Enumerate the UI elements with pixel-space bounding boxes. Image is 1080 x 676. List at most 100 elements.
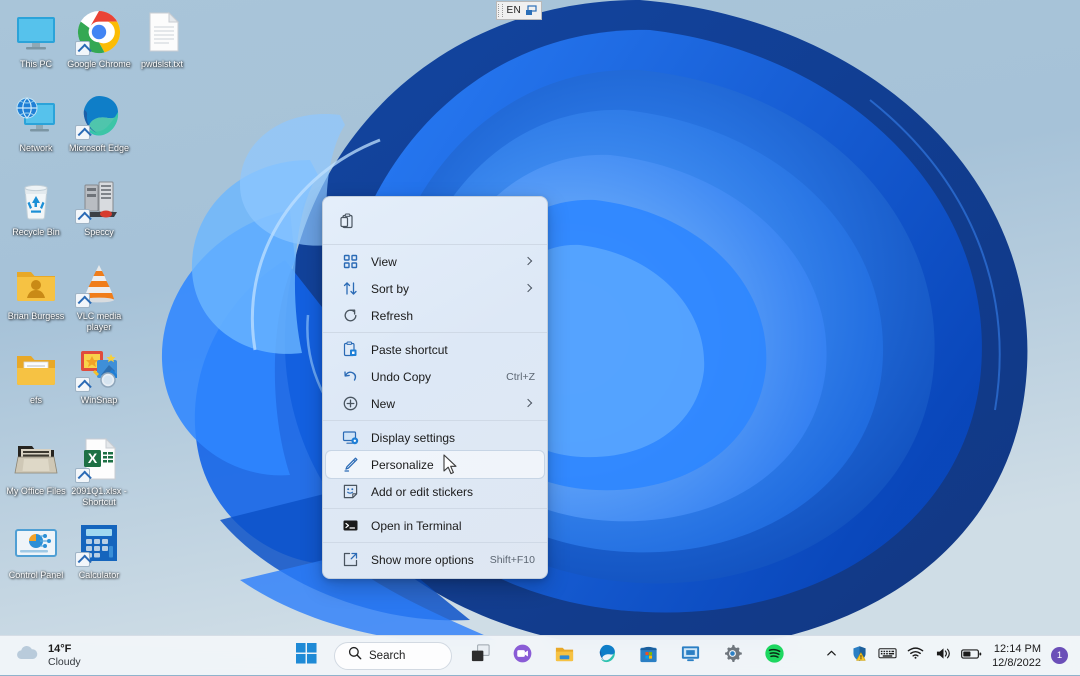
context-menu-item-label: Personalize <box>371 457 434 472</box>
context-menu-item-sort-by[interactable]: Sort by <box>326 275 544 302</box>
edge-button[interactable] <box>587 639 625 673</box>
remote-desktop-icon <box>680 643 701 669</box>
context-menu-item-show-more-options[interactable]: Show more options Shift+F10 <box>326 546 544 573</box>
shortcut-overlay-icon <box>75 468 90 483</box>
desktop[interactable]: This PC Google Chrome pwdslst.txt Networ… <box>0 0 1080 675</box>
search-button[interactable]: Search <box>334 641 452 670</box>
context-menu-item-label: Show more options <box>371 552 474 567</box>
gear-icon <box>722 643 743 669</box>
taskbar-center-group: Search <box>287 639 793 673</box>
terminal-icon <box>342 517 359 534</box>
notification-badge[interactable]: 1 <box>1051 647 1068 664</box>
desktop-icon-control-panel[interactable]: Control Panel <box>3 519 69 581</box>
svg-text:X: X <box>88 450 98 466</box>
show-more-options-icon <box>342 551 359 568</box>
context-menu-item-label: Paste shortcut <box>371 342 448 357</box>
weather-widget[interactable]: 14°F Cloudy <box>2 638 91 674</box>
network-button[interactable] <box>902 641 928 671</box>
context-menu-item-accelerator: Shift+F10 <box>489 553 535 566</box>
chat-teams-icon <box>512 643 533 669</box>
desktop-icon-excel-shortcut[interactable]: X 2091Q1.xlsx - Shortcut <box>66 435 132 508</box>
start-button[interactable] <box>287 639 325 673</box>
file-explorer-button[interactable] <box>545 639 583 673</box>
user-folder-icon <box>12 260 60 308</box>
taskbar[interactable]: 14°F Cloudy Search 12:14 PM 12/8/2022 1 <box>0 635 1080 675</box>
desktop-icon-vlc-media-player[interactable]: VLC media player <box>66 260 132 333</box>
network-icon <box>12 92 60 140</box>
desktop-icon-microsoft-edge[interactable]: Microsoft Edge <box>66 92 132 154</box>
desktop-icon-brian-burgess[interactable]: Brian Burgess <box>3 260 69 322</box>
windows-logo-icon <box>295 642 317 669</box>
context-menu-clipboard-bar[interactable] <box>323 201 547 241</box>
language-bar[interactable]: EN <box>496 1 542 20</box>
context-menu-item-paste-shortcut[interactable]: Paste shortcut <box>326 336 544 363</box>
paste-shortcut-icon <box>342 341 359 358</box>
remote-desktop-button[interactable] <box>671 639 709 673</box>
desktop-icon-label: My Office Files <box>6 486 66 496</box>
desktop-icon-label: This PC <box>19 59 52 69</box>
context-menu-item-label: View <box>371 254 397 269</box>
desktop-icon-label: 2091Q1.xlsx - Shortcut <box>71 486 127 507</box>
desktop-icon-google-chrome[interactable]: Google Chrome <box>66 8 132 70</box>
desktop-icon-network[interactable]: Network <box>3 92 69 154</box>
touch-keyboard-button[interactable] <box>874 641 900 671</box>
shortcut-overlay-icon <box>75 293 90 308</box>
desktop-icon-label: Calculator <box>78 570 120 580</box>
spotify-button[interactable] <box>755 639 793 673</box>
context-menu-separator <box>323 542 547 543</box>
desktop-icon-efs[interactable]: efs <box>3 344 69 406</box>
desktop-icon-my-office-files[interactable]: My Office Files <box>3 435 69 497</box>
battery-button[interactable] <box>958 641 984 671</box>
context-menu-item-personalize[interactable]: Personalize <box>325 450 545 479</box>
view-grid-icon <box>342 253 359 270</box>
winsnap-icon <box>75 344 123 392</box>
vlc-cone-icon <box>75 260 123 308</box>
windows-security-warning-icon <box>851 645 868 667</box>
desktop-icon-label: Brian Burgess <box>7 311 65 321</box>
search-label: Search <box>369 649 406 662</box>
context-menu-item-accelerator: Ctrl+Z <box>506 370 535 383</box>
language-code[interactable]: EN <box>503 5 526 16</box>
sort-arrows-icon <box>342 280 359 297</box>
paste-clipboard-icon[interactable] <box>339 213 356 230</box>
control-panel-icon <box>12 519 60 567</box>
context-menu-item-open-in-terminal[interactable]: Open in Terminal <box>326 512 544 539</box>
system-tray[interactable]: 12:14 PM 12/8/2022 1 <box>818 636 1080 676</box>
windows-security-button[interactable] <box>846 641 872 671</box>
speaker-icon <box>935 646 952 666</box>
restore-window-icon[interactable] <box>525 4 538 17</box>
shortcut-overlay-icon <box>75 377 90 392</box>
context-menu-separator <box>323 508 547 509</box>
desktop-icon-pwdslst-txt[interactable]: pwdslst.txt <box>129 8 195 70</box>
desktop-context-menu[interactable]: View Sort by Refresh Paste shortcut Undo… <box>322 196 548 579</box>
desktop-icon-label: Microsoft Edge <box>68 143 130 153</box>
desktop-icon-speccy[interactable]: Speccy <box>66 176 132 238</box>
file-explorer-icon <box>554 643 575 669</box>
context-menu-item-refresh[interactable]: Refresh <box>326 302 544 329</box>
chat-button[interactable] <box>503 639 541 673</box>
context-menu-item-label: Display settings <box>371 430 456 445</box>
desktop-icon-recycle-bin[interactable]: Recycle Bin <box>3 176 69 238</box>
desktop-icon-calculator[interactable]: Calculator <box>66 519 132 581</box>
context-menu-item-display-settings[interactable]: Display settings <box>326 424 544 451</box>
settings-button[interactable] <box>713 639 751 673</box>
task-view-icon <box>470 643 491 669</box>
chevron-up-icon <box>825 647 838 665</box>
context-menu-item-undo-copy[interactable]: Undo Copy Ctrl+Z <box>326 363 544 390</box>
context-menu-item-view[interactable]: View <box>326 248 544 275</box>
store-button[interactable] <box>629 639 667 673</box>
clock-button[interactable]: 12:14 PM 12/8/2022 <box>986 642 1049 670</box>
text-file-icon <box>138 8 186 56</box>
display-settings-icon <box>342 429 359 446</box>
desktop-icon-this-pc[interactable]: This PC <box>3 8 69 70</box>
shortcut-overlay-icon <box>75 209 90 224</box>
desktop-icon-label: WinSnap <box>80 395 118 405</box>
desktop-icon-winsnap[interactable]: WinSnap <box>66 344 132 406</box>
volume-button[interactable] <box>930 641 956 671</box>
context-menu-item-new[interactable]: New <box>326 390 544 417</box>
desktop-icon-label: Google Chrome <box>67 59 131 69</box>
tray-overflow-button[interactable] <box>818 641 844 671</box>
task-view-button[interactable] <box>461 639 499 673</box>
context-menu-item-add-or-edit-stickers[interactable]: Add or edit stickers <box>326 478 544 505</box>
context-menu-item-label: Sort by <box>371 281 410 296</box>
